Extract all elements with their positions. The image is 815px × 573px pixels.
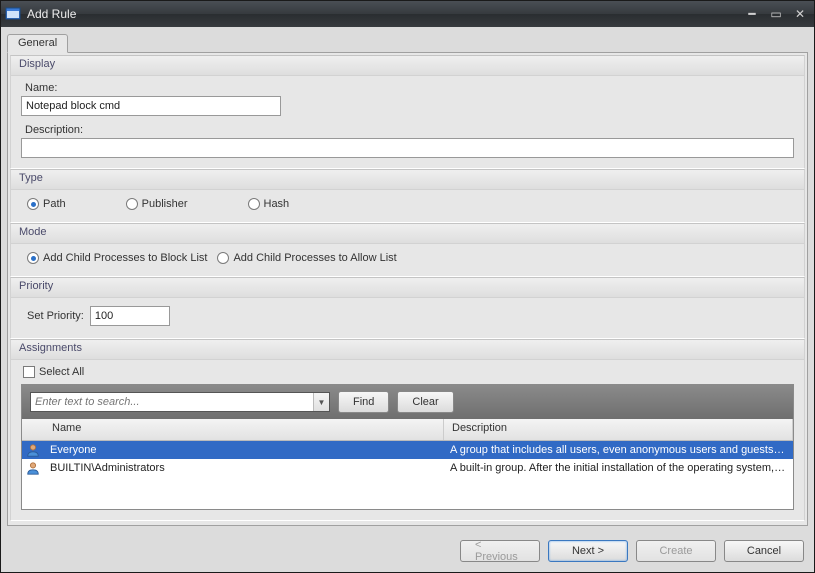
select-all-checkbox[interactable]: Select All (23, 366, 84, 378)
cell-name: Everyone (44, 444, 444, 456)
group-mode-header: Mode (11, 224, 804, 244)
close-button[interactable]: ✕ (790, 6, 810, 22)
cell-description: A built-in group. After the initial inst… (444, 462, 793, 474)
user-icon (22, 461, 44, 475)
select-all-glyph (23, 366, 35, 378)
group-display-header: Display (11, 56, 804, 76)
radio-allow-list[interactable]: Add Child Processes to Allow List (217, 252, 396, 264)
radio-path[interactable]: Path (27, 198, 66, 210)
table-body: EveryoneA group that includes all users,… (22, 441, 793, 477)
group-priority: Priority Set Priority: (10, 277, 805, 339)
add-rule-window: Add Rule ━ ▭ ✕ General Display Name: (0, 0, 815, 573)
select-all-label: Select All (39, 366, 84, 378)
cell-description: A group that includes all users, even an… (444, 444, 793, 456)
maximize-button[interactable]: ▭ (766, 6, 786, 22)
create-button: Create (636, 540, 716, 562)
radio-allow-glyph (217, 252, 229, 264)
content-area: General Display Name: Description: (1, 27, 814, 532)
radio-publisher[interactable]: Publisher (126, 198, 188, 210)
previous-label: < Previous (475, 539, 525, 563)
group-priority-header: Priority (11, 278, 804, 298)
radio-block-glyph (27, 252, 39, 264)
tab-zone: General Display Name: Description: (7, 33, 808, 526)
search-combo[interactable]: ▼ (30, 392, 330, 412)
group-assignments: Assignments Select All (10, 339, 805, 521)
radio-hash-glyph (248, 198, 260, 210)
radio-block-list[interactable]: Add Child Processes to Block List (27, 252, 207, 264)
window-title: Add Rule (27, 7, 742, 21)
col-name-label: Name (52, 422, 81, 434)
description-label: Description: (21, 124, 794, 136)
tab-strip: General (7, 33, 808, 52)
app-icon (5, 6, 21, 22)
cancel-label: Cancel (747, 545, 781, 557)
col-icon (22, 419, 44, 440)
radio-publisher-glyph (126, 198, 138, 210)
table-row[interactable]: BUILTIN\AdministratorsA built-in group. … (22, 459, 793, 477)
find-label: Find (353, 396, 374, 408)
col-description[interactable]: Description (444, 419, 793, 440)
group-type-header: Type (11, 170, 804, 190)
cancel-button[interactable]: Cancel (724, 540, 804, 562)
col-name[interactable]: Name (44, 419, 444, 440)
wizard-footer: < Previous Next > Create Cancel (1, 532, 814, 572)
assignments-table-wrap: ▼ Find Clear (21, 384, 794, 510)
clear-button[interactable]: Clear (397, 391, 453, 413)
search-dropdown-icon[interactable]: ▼ (313, 393, 329, 411)
assignments-table: Name Description EveryoneA group that in… (22, 419, 793, 509)
radio-path-label: Path (43, 198, 66, 210)
radio-hash[interactable]: Hash (248, 198, 290, 210)
window-controls: ━ ▭ ✕ (742, 6, 810, 22)
group-display: Display Name: Description: (10, 55, 805, 169)
search-input[interactable] (31, 393, 313, 411)
radio-path-glyph (27, 198, 39, 210)
group-type: Type Path Publisher (10, 169, 805, 223)
radio-block-label: Add Child Processes to Block List (43, 252, 207, 264)
description-input[interactable] (21, 138, 794, 158)
name-input[interactable] (21, 96, 281, 116)
previous-button: < Previous (460, 540, 540, 562)
radio-allow-label: Add Child Processes to Allow List (233, 252, 396, 264)
name-label: Name: (21, 82, 794, 94)
next-label: Next > (572, 545, 604, 557)
minimize-button[interactable]: ━ (742, 6, 762, 22)
group-assignments-header: Assignments (11, 340, 804, 360)
create-label: Create (659, 545, 692, 557)
tab-general[interactable]: General (7, 34, 68, 53)
radio-hash-label: Hash (264, 198, 290, 210)
col-desc-label: Description (452, 422, 507, 434)
table-row[interactable]: EveryoneA group that includes all users,… (22, 441, 793, 459)
tab-page-general: Display Name: Description: Typ (7, 52, 808, 526)
titlebar: Add Rule ━ ▭ ✕ (1, 1, 814, 27)
cell-name: BUILTIN\Administrators (44, 462, 444, 474)
clear-label: Clear (412, 396, 438, 408)
user-icon (22, 443, 44, 457)
priority-label: Set Priority: (27, 310, 84, 322)
table-header-row: Name Description (22, 419, 793, 441)
radio-publisher-label: Publisher (142, 198, 188, 210)
find-button[interactable]: Find (338, 391, 389, 413)
tab-general-label: General (18, 37, 57, 49)
assignments-toolbar: ▼ Find Clear (22, 385, 793, 419)
priority-input[interactable] (90, 306, 170, 326)
next-button[interactable]: Next > (548, 540, 628, 562)
group-mode: Mode Add Child Processes to Block List A… (10, 223, 805, 277)
